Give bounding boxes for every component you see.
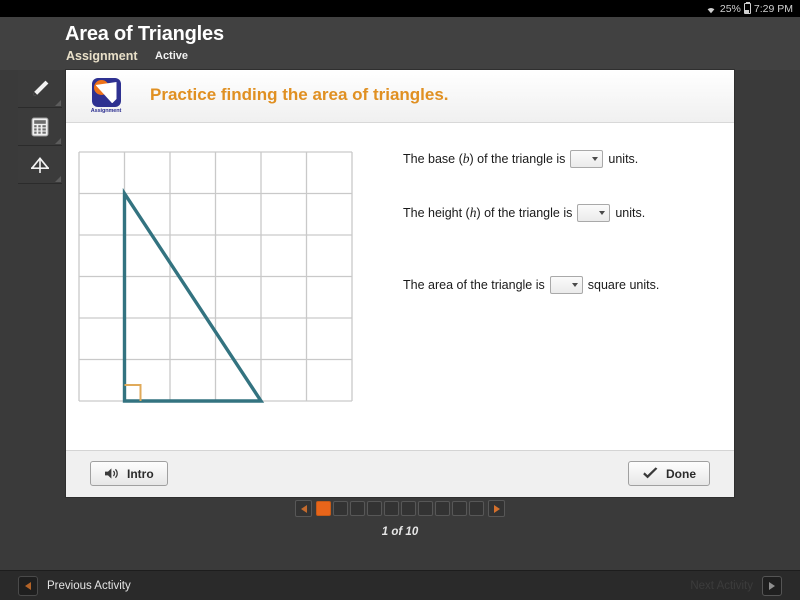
previous-activity-button[interactable]: Previous Activity — [18, 576, 131, 596]
done-button-label: Done — [666, 466, 696, 481]
base-question-suffix: units. — [608, 152, 639, 166]
pager-next-button[interactable] — [488, 500, 505, 517]
battery-percent: 25% — [719, 2, 741, 15]
area-question: The area of the triangle is square units… — [403, 276, 718, 294]
next-activity-button[interactable]: Next Activity — [690, 576, 782, 596]
status-bar: 25% 7:29 PM — [0, 0, 800, 17]
intro-button[interactable]: Intro — [90, 461, 168, 486]
pager-dot-3[interactable] — [350, 501, 365, 516]
pager-dot-10[interactable] — [469, 501, 484, 516]
height-select[interactable] — [577, 204, 611, 222]
pager-dots — [315, 501, 485, 516]
question-list: The base (b) of the triangle is units. T… — [403, 150, 718, 294]
speaker-icon — [104, 467, 120, 480]
area-question-prefix: The area of the triangle is — [403, 278, 545, 292]
height-question-middle: ) of the triangle is — [476, 206, 573, 220]
pager-dot-6[interactable] — [401, 501, 416, 516]
page-title: Area of Triangles — [65, 23, 224, 45]
tool-rail — [18, 70, 62, 184]
triangle-on-grid — [77, 150, 359, 406]
pager-dot-2[interactable] — [333, 501, 348, 516]
previous-activity-label: Previous Activity — [47, 580, 131, 592]
chevron-right-icon — [493, 504, 500, 513]
height-variable: h — [469, 205, 477, 220]
assignment-state-label: Active — [155, 50, 189, 62]
calculator-icon — [29, 116, 51, 138]
battery-icon — [743, 2, 751, 14]
base-variable: b — [462, 151, 470, 166]
intro-button-label: Intro — [127, 466, 154, 481]
height-question: The height (h) of the triangle is units. — [403, 204, 718, 222]
pager-dot-5[interactable] — [384, 501, 399, 516]
area-question-suffix: square units. — [587, 278, 660, 292]
activity-bar: Previous Activity Next Activity — [0, 570, 800, 600]
checkmark-icon — [642, 466, 659, 481]
triangle-left-icon — [18, 576, 38, 596]
pager-dot-7[interactable] — [418, 501, 433, 516]
pagination: 1 of 10 — [0, 500, 800, 538]
pager-row — [295, 500, 505, 517]
pager-dot-1[interactable] — [316, 501, 331, 516]
base-question-prefix: The base ( — [403, 152, 463, 166]
pager-count-label: 1 of 10 — [381, 526, 419, 538]
area-select[interactable] — [549, 276, 583, 294]
practice-title: Practice finding the area of triangles. — [150, 85, 449, 104]
triangle-right-icon — [762, 576, 782, 596]
card-header: Assignment Practice finding the area of … — [66, 70, 734, 123]
chevron-down-icon — [571, 283, 578, 287]
chevron-down-icon — [592, 157, 599, 161]
base-question-middle: ) of the triangle is — [469, 152, 566, 166]
calculator-tool[interactable] — [18, 108, 62, 146]
protractor-tool[interactable] — [18, 146, 62, 184]
content-card: Assignment Practice finding the area of … — [66, 70, 734, 497]
next-activity-label: Next Activity — [690, 580, 753, 592]
assignment-logo-caption: Assignment — [90, 108, 122, 114]
compass-icon — [27, 154, 53, 176]
chevron-left-icon — [300, 504, 307, 513]
marker-tool[interactable] — [18, 70, 62, 108]
done-button[interactable]: Done — [628, 461, 710, 486]
pencil-icon — [28, 77, 52, 101]
base-select[interactable] — [570, 150, 604, 168]
assignment-logo-icon: Assignment — [87, 78, 125, 116]
pager-dot-9[interactable] — [452, 501, 467, 516]
pager-dot-4[interactable] — [367, 501, 382, 516]
base-question: The base (b) of the triangle is units. — [403, 150, 718, 168]
status-time: 7:29 PM — [753, 2, 793, 15]
height-question-prefix: The height ( — [403, 206, 470, 220]
app-header: Area of Triangles Assignment Active — [0, 17, 800, 70]
pager-prev-button[interactable] — [295, 500, 312, 517]
card-footer: Intro Done — [66, 450, 734, 497]
chevron-down-icon — [599, 211, 606, 215]
pager-dot-8[interactable] — [435, 501, 450, 516]
wifi-icon — [705, 4, 717, 14]
height-question-suffix: units. — [615, 206, 646, 220]
assignment-label: Assignment — [66, 49, 138, 63]
